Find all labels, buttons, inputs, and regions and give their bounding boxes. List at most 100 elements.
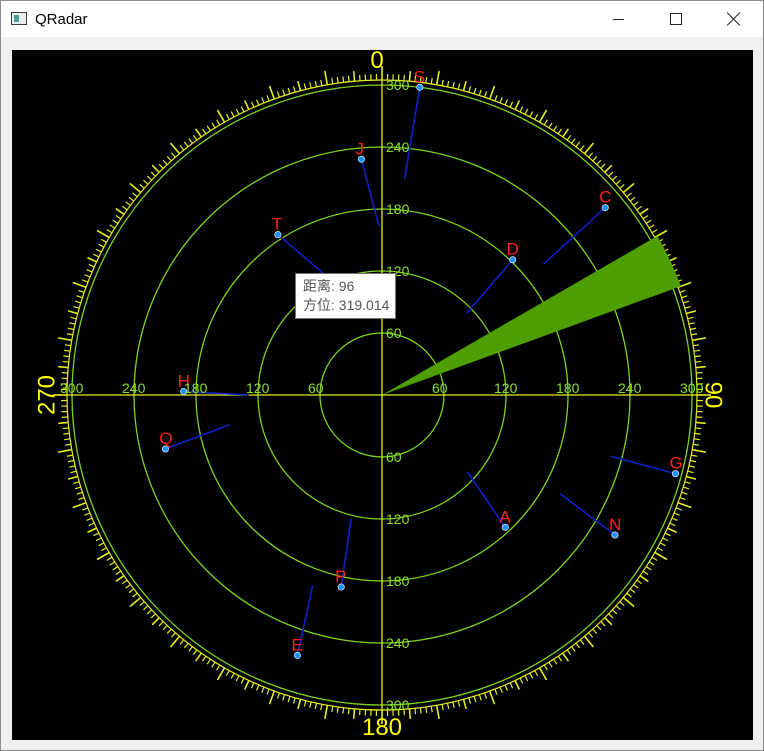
scale-tick <box>303 83 307 90</box>
scale-tick <box>282 694 286 701</box>
minimize-button[interactable] <box>589 1 647 37</box>
scale-tick <box>687 316 694 320</box>
range-label-east: 180 <box>556 380 580 396</box>
scale-tick <box>679 496 686 501</box>
scale-tick <box>211 122 216 129</box>
scale-tick <box>67 327 75 331</box>
scale-tick <box>179 639 185 645</box>
title-bar[interactable]: QRadar <box>1 1 763 37</box>
scale-tick <box>314 80 318 88</box>
scale-tick <box>240 677 245 684</box>
scale-tick <box>179 145 185 151</box>
scale-tick <box>478 694 482 701</box>
scale-tick <box>57 448 72 453</box>
radar-display[interactable]: SJTDCHQGNAPE 0 90 180 270 60606060120120… <box>12 50 753 740</box>
scale-tick <box>132 192 138 198</box>
scale-tick <box>622 596 635 608</box>
scale-tick <box>592 628 598 634</box>
target-trail <box>165 423 231 450</box>
scale-tick <box>654 551 668 561</box>
scale-tick <box>681 491 688 495</box>
scale-tick <box>514 100 521 110</box>
scale-tick <box>216 119 221 126</box>
tooltip-bearing: 方位: 319.014 <box>303 297 390 313</box>
scale-tick <box>686 310 697 315</box>
scale-tick <box>425 706 428 713</box>
scale-tick <box>70 470 77 474</box>
scale-tick <box>297 80 302 91</box>
scale-tick <box>287 696 291 703</box>
scale-tick <box>592 156 598 162</box>
scale-tick <box>548 122 553 129</box>
range-label-south: 60 <box>386 449 402 465</box>
scale-tick <box>206 125 211 132</box>
scale-tick <box>677 501 692 509</box>
target-label: N <box>609 515 621 534</box>
target-label: P <box>335 567 346 586</box>
scale-tick <box>183 642 189 649</box>
close-button[interactable] <box>705 1 763 37</box>
target-label: T <box>272 215 282 234</box>
range-label-north: 300 <box>386 77 410 93</box>
scale-tick <box>636 205 643 211</box>
scale-tick <box>150 171 156 177</box>
scale-tick <box>691 333 698 336</box>
scale-tick <box>146 609 153 615</box>
target-label: A <box>499 507 511 526</box>
scale-tick <box>588 632 594 638</box>
scale-tick <box>693 344 700 347</box>
scale-tick <box>139 601 145 607</box>
scale-tick <box>514 680 521 690</box>
range-label-south: 180 <box>386 573 410 589</box>
scale-tick <box>694 432 701 435</box>
target-trail <box>360 159 380 227</box>
scale-tick <box>162 624 168 631</box>
maximize-button[interactable] <box>647 1 705 37</box>
scale-tick <box>183 141 189 148</box>
scale-tick <box>158 621 164 627</box>
scale-tick <box>62 427 69 430</box>
range-label-east: 240 <box>618 380 642 396</box>
scale-tick <box>452 82 455 89</box>
scale-tick <box>596 624 602 631</box>
scale-tick <box>109 224 116 229</box>
range-label-west: 60 <box>308 380 324 396</box>
maximize-icon <box>670 13 682 25</box>
scale-tick <box>538 109 548 123</box>
compass-label-west: 270 <box>33 375 60 415</box>
scale-tick <box>689 327 697 331</box>
scale-tick <box>66 333 73 336</box>
scale-tick <box>504 684 508 691</box>
scale-tick <box>309 82 312 89</box>
scale-tick <box>170 152 176 158</box>
scale-tick <box>250 682 255 689</box>
scale-tick <box>230 111 235 118</box>
scale-tick <box>109 561 116 566</box>
scale-tick <box>194 128 202 138</box>
target-trail <box>542 207 606 265</box>
scale-tick <box>695 365 706 369</box>
scale-tick <box>98 542 105 547</box>
scale-tick <box>566 649 572 656</box>
scale-tick <box>681 295 688 299</box>
scale-tick <box>240 106 245 113</box>
scale-tick <box>192 649 198 656</box>
scale-tick <box>151 617 160 626</box>
scale-tick <box>67 459 75 463</box>
scale-tick <box>509 682 514 689</box>
target-label: J <box>355 139 364 158</box>
scale-tick <box>693 443 700 446</box>
scale-tick <box>63 432 70 435</box>
scale-tick <box>648 561 655 566</box>
scale-tick <box>84 274 91 278</box>
scale-tick <box>188 138 193 144</box>
scale-tick <box>538 667 548 681</box>
scale-tick <box>347 708 350 715</box>
scale-tick <box>441 704 444 711</box>
scale-tick <box>645 219 652 224</box>
scale-tick <box>121 579 128 585</box>
scale-tick <box>473 696 477 703</box>
scale-tick <box>57 337 72 342</box>
target-label: G <box>669 454 682 473</box>
scale-tick <box>664 532 671 537</box>
